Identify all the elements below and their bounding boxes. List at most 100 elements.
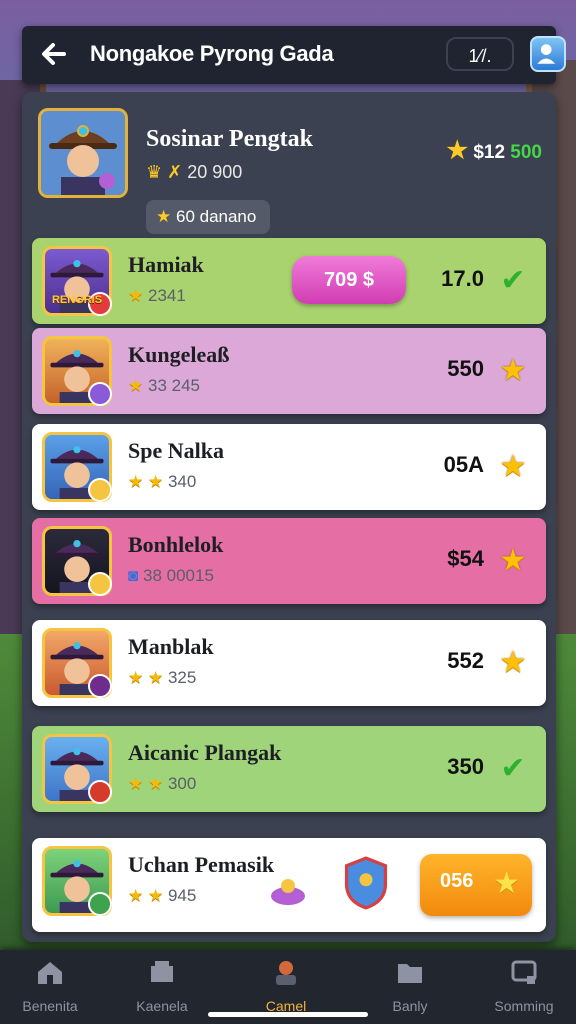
crown-stat: ♛ ✗ 20 900 <box>146 162 242 183</box>
claim-button-label: 056 <box>440 870 474 892</box>
folder-icon <box>398 964 422 983</box>
nav-item-benenita[interactable]: Benenita <box>0 958 100 1020</box>
star-icon: ★ <box>128 376 144 395</box>
avatar-badge <box>88 892 112 916</box>
row-name: Bonhlelok <box>128 532 224 557</box>
score-secondary: 500 <box>510 142 542 163</box>
character-icon <box>276 961 296 985</box>
star-icon: ★ <box>128 286 144 305</box>
top-bar: Nongakoe Pyrong Gada 1⁄/. <box>22 26 566 84</box>
row-rating: ◙ 38 00015 <box>128 566 214 586</box>
cards-icon <box>151 961 173 982</box>
list-item[interactable]: Spe Nalka ★ ★ 340 05A ★ <box>32 424 546 510</box>
main-panel: Sosinar Pengtak ♛ ✗ 20 900 ★ 60 danano ★… <box>22 92 556 942</box>
star-icon: ★ <box>499 645 527 680</box>
treasure-icon <box>271 879 305 905</box>
nav-item-kaenela[interactable]: Kaenela <box>112 958 212 1020</box>
list-item[interactable]: RENGRIS Hamiak ★ 2341 709 $ 17.0 ✔ <box>32 238 546 324</box>
nav-item-somming[interactable]: Somming <box>474 958 574 1020</box>
row-name: Uchan Pemasik <box>128 852 275 877</box>
profile-card: Sosinar Pengtak ♛ ✗ 20 900 ★ 60 danano ★… <box>38 108 542 238</box>
star-icon: ★ <box>499 543 527 578</box>
nav-label: Kaenela <box>136 998 188 1014</box>
star-icon: ★ <box>128 472 144 491</box>
nav-label: Banly <box>392 998 428 1014</box>
row-rating: ★ 33 245 <box>128 376 200 396</box>
home-indicator <box>208 1012 368 1017</box>
row-value: 350 <box>447 754 484 779</box>
avatar-badge <box>88 382 112 406</box>
check-icon: ✔ <box>500 263 526 298</box>
nav-label: Somming <box>494 998 554 1014</box>
star-icon: ★ <box>499 449 527 484</box>
row-name: Hamiak <box>128 252 204 277</box>
row-name: Manblak <box>128 634 214 659</box>
star-icon: ★ <box>499 353 527 388</box>
rating-value: 33 245 <box>147 376 200 395</box>
score-primary: $12 <box>473 142 506 163</box>
row-value: 17.0 <box>441 266 484 291</box>
list-item[interactable]: Kungeleaß ★ 33 245 550 ★ <box>32 328 546 414</box>
row-value: $54 <box>447 546 484 571</box>
back-button[interactable] <box>36 36 72 72</box>
row-name: Spe Nalka <box>128 438 224 463</box>
rating-value: 300 <box>167 774 197 793</box>
rating-value: 38 00015 <box>143 566 214 585</box>
star-icon: ★ <box>147 472 164 491</box>
check-icon: ✔ <box>500 751 526 786</box>
avatar-badge <box>88 478 112 502</box>
rating-value: 325 <box>167 668 197 687</box>
row-rating: ★ ★ 340 <box>128 472 196 492</box>
star-icon: ★ <box>156 207 172 226</box>
row-value: 550 <box>447 356 484 381</box>
list-item[interactable]: Aicanic Plangak ★ ★ 300 350 ✔ <box>32 726 546 812</box>
arrow-left-icon <box>42 43 66 65</box>
chip-text: 60 danano <box>175 207 257 226</box>
rating-value: 945 <box>167 886 197 905</box>
screen-icon <box>511 960 537 984</box>
person-icon <box>537 44 556 64</box>
star-icon: ★ <box>128 886 144 905</box>
row-rating: ★ ★ 945 <box>128 886 196 906</box>
row-name: Kungeleaß <box>128 342 230 367</box>
star-icon: ★ <box>128 668 144 687</box>
rating-value: 2341 <box>147 286 186 305</box>
avatar-badge <box>88 674 112 698</box>
shield-icon <box>344 856 388 910</box>
player-name: Sosinar Pengtak <box>146 126 313 152</box>
sparkle-icon: ✗ <box>167 162 183 182</box>
nav-item-banly[interactable]: Banly <box>360 958 460 1020</box>
hero-portrait-icon <box>41 111 125 195</box>
crown-icon: ♛ <box>146 162 163 182</box>
price-pill-button[interactable]: 709 $ <box>292 256 406 304</box>
row-rating: ★ ★ 300 <box>128 774 196 794</box>
row-name: Aicanic Plangak <box>128 740 282 765</box>
list-item[interactable]: Manblak ★ ★ 325 552 ★ <box>32 620 546 706</box>
row-rating: ★ 2341 <box>128 286 186 306</box>
page-title: Nongakoe Pyrong Gada <box>90 41 334 66</box>
user-avatar[interactable] <box>530 36 566 72</box>
profile-score: ★ $12 500 <box>447 136 542 165</box>
star-icon: ★ <box>147 668 164 687</box>
row-rating: ★ ★ 325 <box>128 668 196 688</box>
avatar-badge <box>88 572 112 596</box>
list-item[interactable]: Bonhlelok ◙ 38 00015 $54 ★ <box>32 518 546 604</box>
counter-badge[interactable]: 1⁄/. <box>446 37 514 71</box>
claim-button[interactable]: 056 ★ <box>420 854 532 916</box>
star-icon: ★ <box>493 866 520 901</box>
star-icon: ★ <box>128 774 144 793</box>
star-icon: ★ <box>147 774 164 793</box>
level-chip[interactable]: ★ 60 danano <box>146 200 271 234</box>
home-icon <box>38 962 62 984</box>
avatar-tag: RENGRIS <box>51 294 103 306</box>
rating-value: 340 <box>167 472 197 491</box>
star-icon: ★ <box>147 886 164 905</box>
nav-item-camel[interactable]: Camel <box>236 958 336 1020</box>
star-icon: ★ <box>446 137 469 164</box>
row-value: 05A <box>443 452 484 477</box>
badge-icon: ◙ <box>128 566 139 585</box>
profile-portrait[interactable] <box>38 108 128 198</box>
crown-value: 20 900 <box>187 162 243 182</box>
row-value: 552 <box>447 648 484 673</box>
list-item[interactable]: Uchan Pemasik ★ ★ 945 056 ★ <box>32 838 546 932</box>
